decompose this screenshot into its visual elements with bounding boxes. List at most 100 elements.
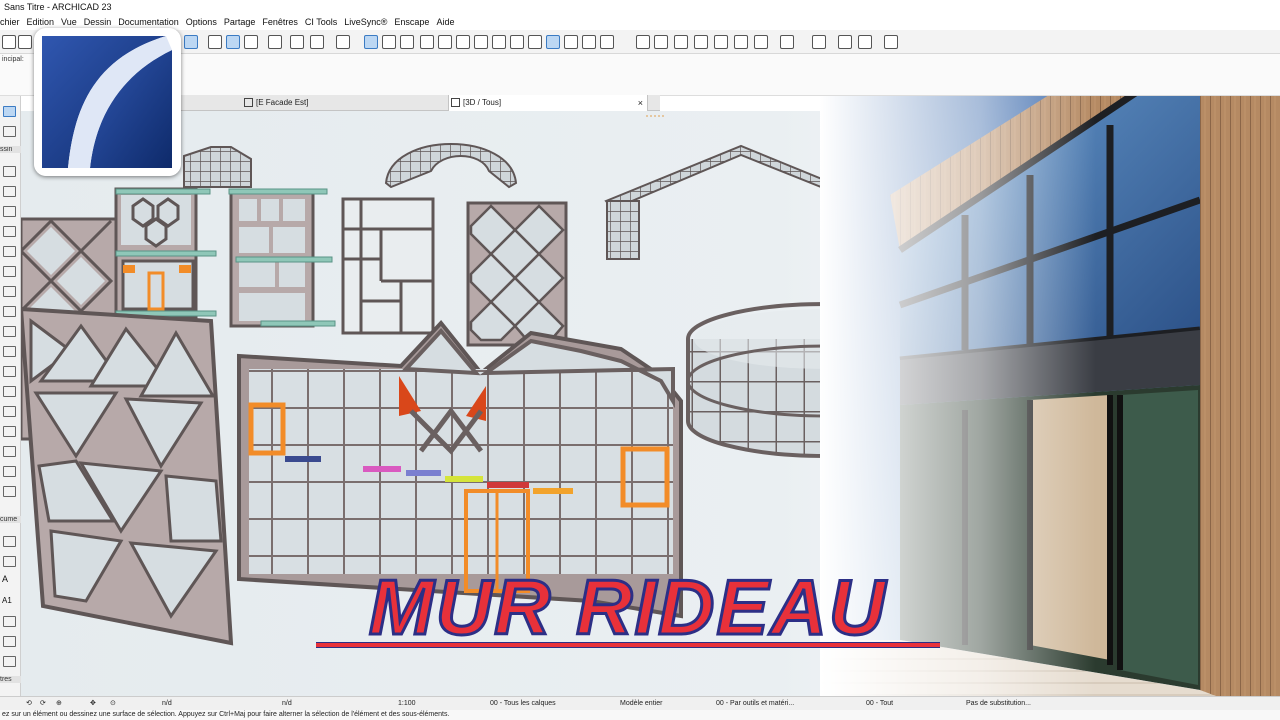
menu-fenetres[interactable]: Fenêtres [262, 15, 298, 30]
menu-options[interactable]: Options [186, 15, 217, 30]
scale-value[interactable]: 1:100 [398, 697, 416, 710]
pan-icon[interactable]: ✥ [90, 697, 96, 710]
window-tool-icon[interactable] [3, 206, 16, 217]
offset-icon[interactable] [492, 35, 506, 49]
window-title: Sans Titre - ARCHICAD 23 [0, 0, 1280, 15]
curtain-wall-tool-icon[interactable] [3, 406, 16, 417]
renovation-filter[interactable]: 00 - Tout [866, 697, 893, 710]
wall-tool-icon[interactable] [3, 166, 16, 177]
menu-ci-tools[interactable]: CI Tools [305, 15, 337, 30]
dimension-tool-icon[interactable] [3, 536, 16, 547]
check-icon[interactable] [780, 35, 794, 49]
cloud-icon[interactable] [884, 35, 898, 49]
render-icon[interactable] [734, 35, 748, 49]
roof-tool-icon[interactable] [3, 326, 16, 337]
section-autres[interactable]: tres [0, 676, 21, 683]
zoom-icon[interactable]: ⊕ [56, 697, 62, 710]
magic-wand-icon[interactable] [226, 35, 240, 49]
shell-tool-icon[interactable] [3, 346, 16, 357]
rotate-icon[interactable] [456, 35, 470, 49]
trim-icon[interactable] [438, 35, 452, 49]
stretch-icon[interactable] [400, 35, 414, 49]
split-icon[interactable] [528, 35, 542, 49]
toolbox: ssin cume A A1 tres [0, 96, 21, 696]
beam-tool-icon[interactable] [3, 266, 16, 277]
pointer-icon[interactable] [268, 35, 282, 49]
morph-tool-icon[interactable] [3, 366, 16, 377]
menu-aide[interactable]: Aide [436, 15, 454, 30]
zoom-value[interactable]: n/d [162, 697, 172, 710]
select-all-icon[interactable] [546, 35, 560, 49]
teamwork-icon[interactable] [654, 35, 668, 49]
redo-nav-icon[interactable]: ⟳ [40, 697, 46, 710]
railing-tool-icon[interactable] [3, 386, 16, 397]
object-tool-icon[interactable] [3, 226, 16, 237]
rectangular-mullion-panel[interactable] [341, 197, 435, 335]
camera-icon[interactable] [754, 35, 768, 49]
settings-icon[interactable] [858, 35, 872, 49]
mesh-tool-icon[interactable] [3, 446, 16, 457]
graphic-override[interactable]: 00 - Par outils et matéri... [716, 697, 794, 710]
marquee-icon[interactable] [290, 35, 304, 49]
skylight-tool-icon[interactable] [3, 466, 16, 477]
tab-3d-tous[interactable]: [3D / Tous] × [448, 95, 648, 111]
substitution-value[interactable]: Pas de substitution... [966, 697, 1031, 710]
triangle-pattern-panel[interactable] [21, 306, 234, 646]
model-view[interactable]: Modèle entier [620, 697, 662, 710]
line-tool-icon[interactable] [3, 636, 16, 647]
publisher-icon[interactable] [694, 35, 708, 49]
menu-partage[interactable]: Partage [224, 15, 256, 30]
zone-tool-icon[interactable] [3, 426, 16, 437]
zoom-fit-icon[interactable]: ⊙ [110, 697, 116, 710]
diamond-grid-panel[interactable] [466, 201, 568, 347]
section-documentation[interactable]: cume [0, 516, 21, 523]
elevate-icon[interactable] [510, 35, 524, 49]
section-dessin[interactable]: ssin [0, 146, 21, 153]
door-tool-icon[interactable] [3, 186, 16, 197]
slab-tool-icon[interactable] [3, 286, 16, 297]
marquee-tool-icon[interactable] [3, 126, 16, 137]
info-icon[interactable] [838, 35, 852, 49]
stair-tool-icon[interactable] [3, 306, 16, 317]
angle-value[interactable]: n/d [282, 697, 292, 710]
open-icon[interactable] [2, 35, 16, 49]
guide-icon[interactable] [382, 35, 396, 49]
cube-icon [451, 98, 460, 107]
status-bar: ⟲ ⟳ ⊕ ✥ ⊙ n/d n/d 1:100 00 - Tous les ca… [0, 696, 1280, 710]
mirror-icon[interactable] [474, 35, 488, 49]
level-tool-icon[interactable] [3, 556, 16, 567]
circle-tool-icon[interactable] [3, 656, 16, 667]
library-icon[interactable] [674, 35, 688, 49]
fill-icon[interactable] [582, 35, 596, 49]
close-icon[interactable]: × [638, 95, 643, 111]
column-tool-icon[interactable] [3, 246, 16, 257]
lock-icon[interactable] [336, 35, 350, 49]
fill-tool-icon[interactable] [3, 616, 16, 627]
view-tab-bar: [E Facade Est] [3D / Tous] × [180, 95, 660, 111]
tools-icon[interactable] [812, 35, 826, 49]
undo-icon[interactable] [18, 35, 32, 49]
menu-fichier[interactable]: chier [0, 15, 20, 30]
menu-enscape[interactable]: Enscape [394, 15, 429, 30]
layer-icon[interactable] [208, 35, 222, 49]
undo-nav-icon[interactable]: ⟲ [26, 697, 32, 710]
snap-icon[interactable] [364, 35, 378, 49]
text-tool-label[interactable]: A [2, 574, 8, 584]
favorite-icon[interactable] [636, 35, 650, 49]
view-3d-icon[interactable] [600, 35, 614, 49]
tab-facade-est[interactable]: [E Facade Est] [242, 95, 442, 111]
edit-icon[interactable] [310, 35, 324, 49]
scissors-icon[interactable] [420, 35, 434, 49]
arrow-select-icon[interactable] [3, 106, 16, 117]
layer-combination[interactable]: 00 - Tous les calques [490, 697, 556, 710]
menu-bar: chier Edition Vue Dessin Documentation O… [0, 15, 1280, 30]
globe-icon[interactable] [714, 35, 728, 49]
pen-icon[interactable] [564, 35, 578, 49]
grid-panel-small[interactable] [183, 146, 252, 188]
grid-icon[interactable] [244, 35, 258, 49]
label-tool-label[interactable]: A1 [2, 596, 12, 605]
opening-tool-icon[interactable] [3, 486, 16, 497]
menu-livesync[interactable]: LiveSync® [344, 15, 387, 30]
banner-title: MUR RIDEAU [367, 563, 888, 651]
arrow-tool-icon[interactable] [184, 35, 198, 49]
